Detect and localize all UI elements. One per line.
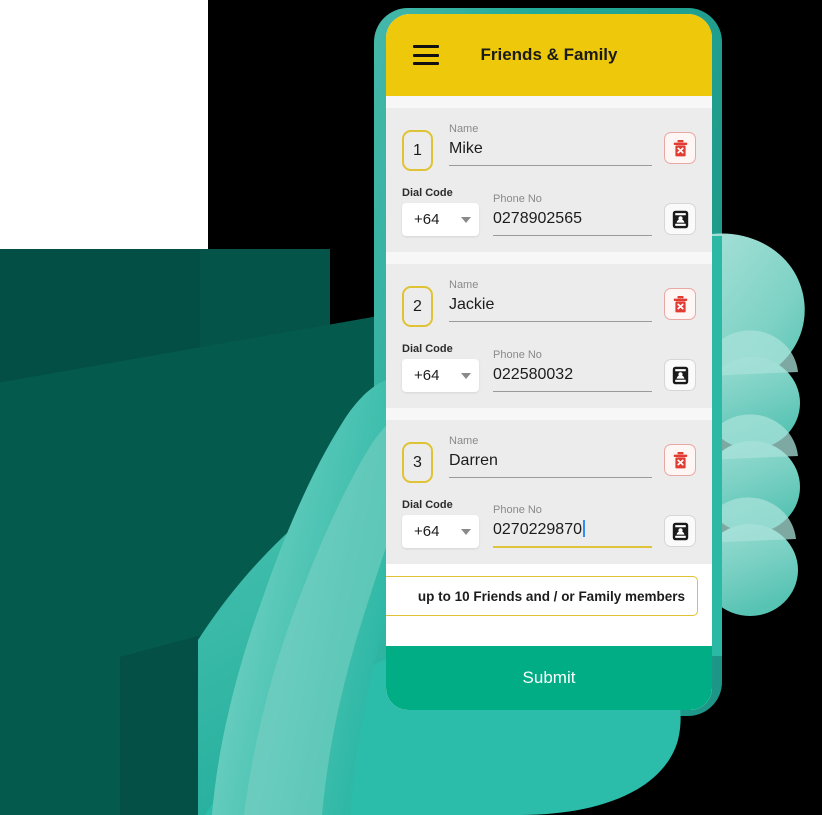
contact-index-badge: 2 <box>402 286 433 327</box>
dial-code-select[interactable]: +64 <box>402 203 479 236</box>
contact-card-icon <box>672 366 688 384</box>
phone-field-group[interactable]: Phone No 0278902565 <box>493 192 652 236</box>
dial-code-select[interactable]: +64 <box>402 515 479 548</box>
card-divider <box>386 408 712 420</box>
dial-code-select[interactable]: +64 <box>402 359 479 392</box>
contact-card: 3 Name Darren Dial Code +64 Phone No 027… <box>386 420 712 564</box>
text-cursor <box>582 520 585 537</box>
chevron-down-icon <box>461 216 471 223</box>
phone-label: Phone No <box>493 348 542 361</box>
pick-from-contacts-button[interactable] <box>664 203 696 235</box>
dial-code-group[interactable]: Dial Code +64 <box>402 343 479 392</box>
background-white-block <box>0 0 208 249</box>
pick-from-contacts-button[interactable] <box>664 515 696 547</box>
dial-code-label: Dial Code <box>402 187 453 199</box>
card-divider <box>386 252 712 264</box>
trash-delete-icon <box>673 295 687 312</box>
phone-input-focused[interactable]: 0270229870 <box>493 519 652 548</box>
contact-card: 2 Name Jackie Dial Code +64 Phone No 022… <box>386 264 712 408</box>
name-label: Name <box>449 279 479 291</box>
contact-phone-row: Dial Code +64 Phone No 0270229870 <box>402 499 696 548</box>
delete-contact-button[interactable] <box>664 288 696 320</box>
notice-area: up to 10 Friends and / or Family members <box>386 564 712 646</box>
dial-code-group[interactable]: Dial Code +64 <box>402 187 479 236</box>
dial-code-label: Dial Code <box>402 343 453 355</box>
dial-code-value: +64 <box>414 367 440 384</box>
phone-label: Phone No <box>493 192 542 205</box>
limit-notice-banner: up to 10 Friends and / or Family members <box>386 576 698 616</box>
hamburger-menu-icon[interactable] <box>413 45 439 65</box>
phone-input[interactable]: 0278902565 <box>493 208 652 236</box>
phone-field-group[interactable]: Phone No 0270229870 <box>493 503 652 548</box>
contact-card: 1 Name Mike Dial Code +64 Phone No 02789… <box>386 108 712 252</box>
name-field-group[interactable]: Name Darren <box>449 434 652 479</box>
trash-delete-icon <box>673 451 687 468</box>
contact-card-icon <box>672 522 688 540</box>
contact-index-badge: 1 <box>402 130 433 171</box>
dial-code-group[interactable]: Dial Code +64 <box>402 499 479 548</box>
phone-input[interactable]: 022580032 <box>493 364 652 392</box>
form-scroll-area[interactable]: 1 Name Mike Dial Code +64 Phone No 02789… <box>386 96 712 710</box>
contact-name-row: 3 Name Darren <box>402 434 696 483</box>
delete-contact-button[interactable] <box>664 132 696 164</box>
contact-name-row: 1 Name Mike <box>402 122 696 171</box>
dial-code-value: +64 <box>414 211 440 228</box>
pick-from-contacts-button[interactable] <box>664 359 696 391</box>
trash-delete-icon <box>673 139 687 156</box>
chevron-down-icon <box>461 528 471 535</box>
contact-name-row: 2 Name Jackie <box>402 278 696 327</box>
top-spacer <box>386 96 712 108</box>
name-field-group[interactable]: Name Mike <box>449 122 652 167</box>
dial-code-value: +64 <box>414 523 440 540</box>
contact-phone-row: Dial Code +64 Phone No 022580032 <box>402 343 696 392</box>
phone-input-text: 0270229870 <box>493 521 582 538</box>
name-label: Name <box>449 435 479 447</box>
name-label: Name <box>449 123 479 135</box>
chevron-down-icon <box>461 372 471 379</box>
phone-screen: Friends & Family 1 Name Mike Dial Code +… <box>386 14 712 710</box>
phone-label: Phone No <box>493 503 542 516</box>
name-input[interactable]: Darren <box>449 450 652 479</box>
name-field-group[interactable]: Name Jackie <box>449 278 652 323</box>
contact-card-icon <box>672 210 688 228</box>
delete-contact-button[interactable] <box>664 444 696 476</box>
name-input[interactable]: Mike <box>449 138 652 167</box>
app-bar: Friends & Family <box>386 14 712 96</box>
screenshot-stage: Friends & Family 1 Name Mike Dial Code +… <box>0 0 822 815</box>
name-input[interactable]: Jackie <box>449 294 652 323</box>
dial-code-label: Dial Code <box>402 499 453 511</box>
phone-field-group[interactable]: Phone No 022580032 <box>493 348 652 392</box>
contact-index-badge: 3 <box>402 442 433 483</box>
submit-button[interactable]: Submit <box>386 646 712 710</box>
contact-phone-row: Dial Code +64 Phone No 0278902565 <box>402 187 696 236</box>
